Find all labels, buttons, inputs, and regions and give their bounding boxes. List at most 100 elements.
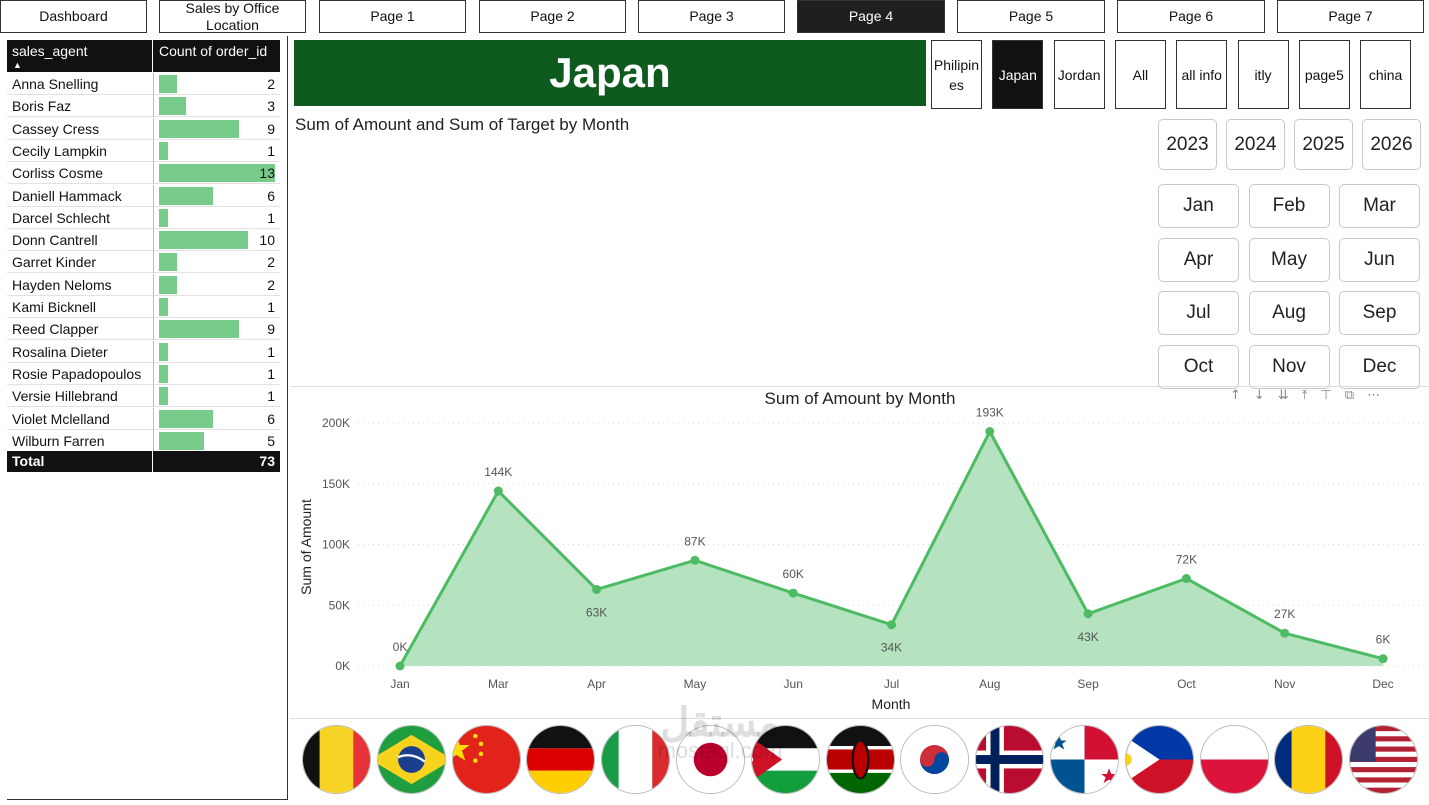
order-count: 6 <box>267 410 275 427</box>
agent-name: Reed Clapper <box>12 321 99 338</box>
table-row[interactable]: Reed Clapper 9 <box>7 318 280 341</box>
table-row[interactable]: Cecily Lampkin 1 <box>7 139 280 162</box>
table-row[interactable]: Hayden Neloms 2 <box>7 273 280 296</box>
flag-china-icon[interactable] <box>451 725 521 794</box>
month-button-feb[interactable]: Feb <box>1248 184 1330 228</box>
data-point <box>690 555 700 565</box>
year-button-2023[interactable]: 2023 <box>1158 119 1217 170</box>
amount-by-month-chart[interactable]: Sum of Amount by Month 0K 50K 100K 150K 200K J… <box>290 387 1429 717</box>
month-button-mar[interactable]: Mar <box>1339 184 1420 228</box>
data-label: 0K <box>393 640 408 654</box>
flag-belgium-icon[interactable] <box>302 725 371 794</box>
table-row[interactable]: Daniell Hammack 6 <box>7 184 280 207</box>
agent-name: Hayden Neloms <box>12 276 112 293</box>
table-row[interactable]: Darcel Schlecht 1 <box>7 206 280 229</box>
order-count: 1 <box>267 365 275 382</box>
flag-kenya-icon[interactable] <box>825 725 895 794</box>
y-tick-label: 150K <box>322 477 350 491</box>
month-button-apr[interactable]: Apr <box>1158 237 1239 282</box>
country-slicer-all-info[interactable]: all info <box>1176 40 1228 109</box>
flag-panama-icon[interactable] <box>1050 725 1119 794</box>
month-button-may[interactable]: May <box>1248 237 1330 282</box>
flag-romania-icon[interactable] <box>1274 725 1344 794</box>
data-point <box>493 486 503 496</box>
nav-tab-dashboard[interactable]: Dashboard <box>0 0 147 33</box>
year-button-2026[interactable]: 2026 <box>1362 119 1421 170</box>
count-databar <box>159 298 168 316</box>
column-header-sales-agent[interactable]: sales_agent <box>12 43 88 59</box>
x-tick-label: Sep <box>1077 677 1099 691</box>
order-count: 10 <box>259 232 275 249</box>
agent-name: Rosalina Dieter <box>12 343 108 360</box>
flag-poland-icon[interactable] <box>1199 725 1269 794</box>
sales-agent-table: sales_agent ▲ Count of order_id Anna Sne… <box>7 36 288 800</box>
month-button-nov[interactable]: Nov <box>1248 345 1330 390</box>
month-button-oct[interactable]: Oct <box>1158 345 1239 390</box>
nav-tab-page-6[interactable]: Page 6 <box>1117 0 1265 33</box>
order-count: 1 <box>267 388 275 405</box>
table-row[interactable]: Boris Faz 3 <box>7 95 280 118</box>
flag-brazil-icon[interactable] <box>376 725 446 794</box>
table-row[interactable]: Cassey Cress 9 <box>7 117 280 140</box>
country-slicer-jordan[interactable]: Jordan <box>1053 40 1105 109</box>
country-slicer-page5[interactable]: page5 <box>1298 40 1350 109</box>
month-button-jan[interactable]: Jan <box>1158 184 1239 228</box>
table-row[interactable]: Anna Snelling 2 <box>7 73 280 95</box>
order-count: 6 <box>267 187 275 204</box>
nav-tab-page-4[interactable]: Page 4 <box>797 0 945 33</box>
order-count: 9 <box>267 120 275 137</box>
country-slicer-japan[interactable]: Japan <box>992 40 1044 109</box>
data-label: 27K <box>1274 607 1295 621</box>
table-row[interactable]: Versie Hillebrand 1 <box>7 385 280 408</box>
flag-norway-icon[interactable] <box>975 725 1045 794</box>
nav-tab-page-2[interactable]: Page 2 <box>479 0 626 33</box>
y-tick-label: 200K <box>322 416 350 430</box>
data-point <box>1280 628 1290 638</box>
table-row[interactable]: Violet Mclelland 6 <box>7 407 280 430</box>
table-row[interactable]: Kami Bicknell 1 <box>7 296 280 318</box>
country-slicer-philipines[interactable]: Philipines <box>931 40 982 109</box>
agent-name: Wilburn Farren <box>12 432 105 449</box>
flag-usa-icon[interactable] <box>1349 725 1419 794</box>
month-button-jul[interactable]: Jul <box>1158 291 1239 336</box>
total-value: 73 <box>259 453 275 469</box>
agent-name: Cassey Cress <box>12 120 100 137</box>
agent-name: Boris Faz <box>12 98 72 115</box>
month-button-jun[interactable]: Jun <box>1339 237 1420 282</box>
data-point <box>1378 654 1388 664</box>
country-slicer-itly[interactable]: itly <box>1237 40 1289 109</box>
flag-germany-icon[interactable] <box>526 725 596 794</box>
nav-tab-page-1[interactable]: Page 1 <box>319 0 466 33</box>
table-row[interactable]: Rosie Papadopoulos 1 <box>7 362 280 385</box>
sort-ascending-icon[interactable]: ▲ <box>13 60 22 70</box>
flag-philippines-icon[interactable] <box>1124 725 1194 794</box>
count-databar <box>159 409 213 428</box>
nav-tab-page-5[interactable]: Page 5 <box>957 0 1105 33</box>
nav-tab-page-3[interactable]: Page 3 <box>638 0 785 33</box>
flag-south-korea-icon[interactable] <box>900 725 970 794</box>
country-slicer-china[interactable]: china <box>1360 40 1412 109</box>
x-tick-label: Mar <box>488 677 509 691</box>
order-count: 13 <box>259 165 275 182</box>
month-button-aug[interactable]: Aug <box>1248 291 1330 336</box>
table-row[interactable]: Donn Cantrell 10 <box>7 229 280 252</box>
month-button-sep[interactable]: Sep <box>1339 291 1420 336</box>
agent-name: Rosie Papadopoulos <box>12 365 142 382</box>
nav-tab-page-7[interactable]: Page 7 <box>1277 0 1424 33</box>
area-fill <box>400 431 1383 666</box>
country-slicer-all[interactable]: All <box>1114 40 1166 109</box>
table-header: sales_agent ▲ Count of order_id <box>7 40 280 72</box>
table-row[interactable]: Rosalina Dieter 1 <box>7 340 280 363</box>
year-button-2025[interactable]: 2025 <box>1294 119 1353 170</box>
year-button-2024[interactable]: 2024 <box>1226 119 1285 170</box>
table-row[interactable]: Wilburn Farren 5 <box>7 429 280 452</box>
column-header-count-order[interactable]: Count of order_id <box>159 43 267 59</box>
month-button-dec[interactable]: Dec <box>1339 345 1420 390</box>
target-chart-title: Sum of Amount and Sum of Target by Month <box>295 115 630 134</box>
count-databar <box>159 342 168 361</box>
data-label: 43K <box>1077 630 1098 644</box>
count-databar <box>159 320 240 339</box>
table-row[interactable]: Corliss Cosme 13 <box>7 162 280 185</box>
nav-tab-sales-by-office-location[interactable]: Sales by Office Location <box>159 0 306 33</box>
table-row[interactable]: Garret Kinder 2 <box>7 251 280 274</box>
